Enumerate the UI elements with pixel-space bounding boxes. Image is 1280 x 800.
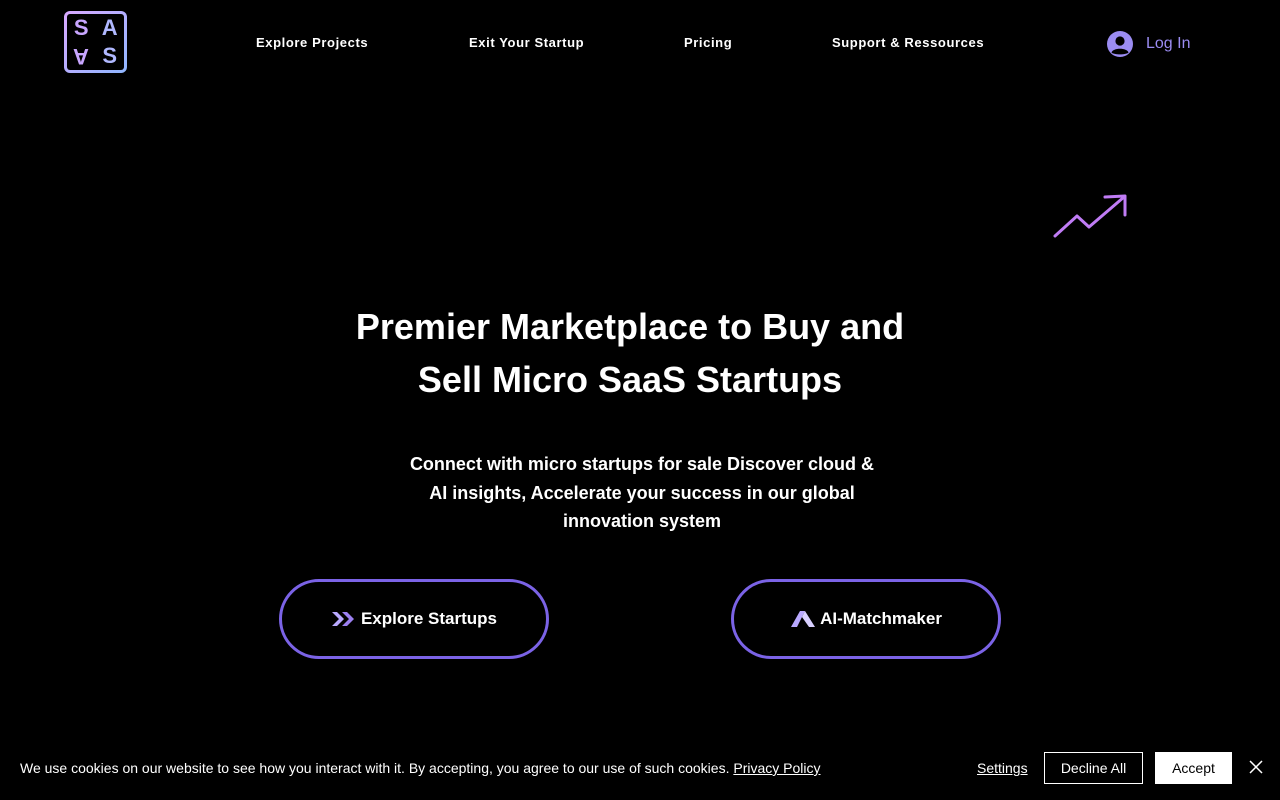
hero-subtitle: Connect with micro startups for sale Dis… (402, 450, 882, 536)
cookie-settings-link[interactable]: Settings (977, 760, 1028, 776)
logo-letter: A (73, 44, 90, 69)
hero-title-line: Sell Micro SaaS Startups (417, 359, 843, 400)
nav-explore-projects[interactable]: Explore Projects (256, 35, 368, 50)
nav-support-resources[interactable]: Support & Ressources (832, 35, 984, 50)
logo-letter: S (102, 43, 118, 68)
login-button[interactable]: Log In (1106, 30, 1190, 58)
hero-title-line: Premier Marketplace to Buy and (355, 306, 905, 347)
explore-startups-label: Explore Startups (360, 609, 498, 628)
logo-mark: S A A S (67, 14, 124, 70)
decline-all-button[interactable]: Decline All (1044, 752, 1143, 784)
site-logo[interactable]: S A A S (64, 11, 127, 73)
ai-matchmaker-label: AI-Matchmaker (820, 609, 942, 628)
cookie-message-text: We use cookies on our website to see how… (20, 760, 734, 776)
privacy-policy-link[interactable]: Privacy Policy (733, 760, 820, 776)
user-avatar-icon (1107, 31, 1133, 57)
hero-subtitle-line: innovation system (562, 511, 722, 531)
nav-exit-your-startup[interactable]: Exit Your Startup (469, 35, 584, 50)
logo-letter: A (101, 15, 118, 40)
double-chevron-right-icon (331, 612, 354, 626)
hero-subtitle-line: Connect with micro startups for sale Dis… (409, 454, 875, 474)
hero-title: Premier Marketplace to Buy and Sell Micr… (330, 300, 930, 406)
mountain-logo-icon (791, 611, 816, 627)
accept-button[interactable]: Accept (1155, 752, 1232, 784)
hero-subtitle-line: AI insights, Accelerate your success in … (429, 482, 855, 503)
cookie-message: We use cookies on our website to see how… (20, 760, 821, 776)
explore-startups-button[interactable]: Explore Startups (279, 579, 549, 659)
ai-matchmaker-button[interactable]: AI-Matchmaker (731, 579, 1001, 659)
close-icon[interactable] (1248, 759, 1264, 775)
logo-letter: S (73, 15, 89, 40)
login-label: Log In (1146, 35, 1191, 52)
nav-pricing[interactable]: Pricing (684, 35, 732, 50)
trending-up-icon (1053, 194, 1127, 238)
